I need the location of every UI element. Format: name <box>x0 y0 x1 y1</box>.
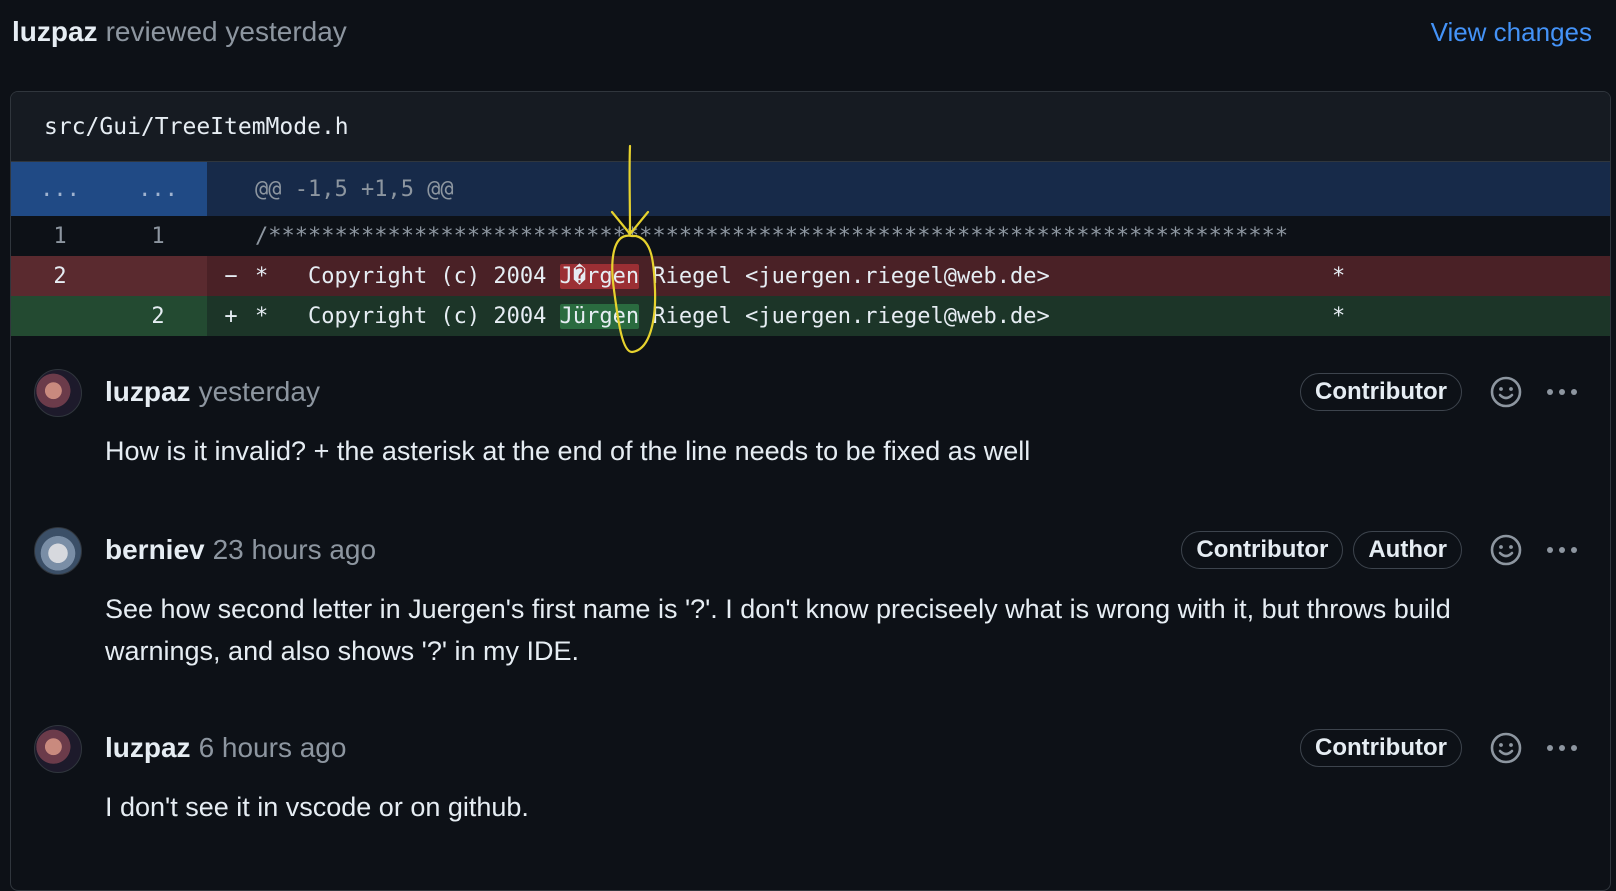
review-action: reviewed yesterday <box>105 16 347 47</box>
line-number-left[interactable] <box>11 296 109 336</box>
avatar[interactable] <box>34 725 82 773</box>
comment-author[interactable]: luzpaz <box>105 732 191 764</box>
author-badge: Author <box>1353 531 1462 569</box>
review-summary: luzpaz reviewed yesterday <box>12 16 347 48</box>
diff-table: ... ... @@ -1,5 +1,5 @@ 1 1 /***********… <box>11 162 1610 336</box>
contributor-badge: Contributor <box>1181 531 1344 569</box>
code-prefix: * Copyright (c) 2004 <box>255 303 560 329</box>
comment-author[interactable]: berniev <box>105 534 205 566</box>
smiley-icon[interactable] <box>1484 370 1528 414</box>
code-line: * Copyright (c) 2004 J�rgen Riegel <juer… <box>255 263 1050 289</box>
comment-timestamp[interactable]: 6 hours ago <box>199 732 347 764</box>
view-changes-link[interactable]: View changes <box>1431 17 1592 48</box>
line-number-left[interactable]: 2 <box>11 256 109 296</box>
comment-body: I don't see it in vscode or on github. <box>105 792 529 822</box>
line-number-right[interactable]: 1 <box>109 216 207 256</box>
hunk-header: @@ -1,5 +1,5 @@ <box>255 176 454 202</box>
smiley-icon[interactable] <box>1484 726 1528 770</box>
avatar[interactable] <box>34 369 82 417</box>
line-number-right[interactable] <box>109 256 207 296</box>
kebab-horizontal-icon[interactable] <box>1540 370 1584 414</box>
code-suffix: Riegel <juergen.riegel@web.de> <box>639 263 1050 289</box>
expand-right[interactable]: ... <box>109 162 207 216</box>
contributor-badge: Contributor <box>1300 729 1462 767</box>
kebab-horizontal-icon[interactable] <box>1540 528 1584 572</box>
changed-word: J�rgen <box>559 263 640 289</box>
comment-header: luzpaz 6 hours ago Contributor <box>105 728 1584 768</box>
code-tail: * <box>1332 263 1346 289</box>
code-line: * Copyright (c) 2004 Jürgen Riegel <juer… <box>255 303 1050 329</box>
code-line: /***************************************… <box>255 223 1289 249</box>
diff-row-added: 2 + * Copyright (c) 2004 Jürgen Riegel <… <box>11 296 1610 336</box>
kebab-horizontal-icon[interactable] <box>1540 726 1584 770</box>
deletion-sign: − <box>224 263 238 289</box>
smiley-icon[interactable] <box>1484 528 1528 572</box>
code-tail: * <box>1332 303 1346 329</box>
comment-author[interactable]: luzpaz <box>105 376 191 408</box>
reviewer-name[interactable]: luzpaz <box>12 16 98 47</box>
comment-header: luzpaz yesterday Contributor <box>105 372 1584 412</box>
addition-sign: + <box>224 303 238 329</box>
file-header: src/Gui/TreeItemMode.h <box>11 92 1610 162</box>
comment-body: See how second letter in Juergen's first… <box>105 594 1451 666</box>
code-prefix: * Copyright (c) 2004 <box>255 263 560 289</box>
diff-row-deleted: 2 − * Copyright (c) 2004 J�rgen Riegel <… <box>11 256 1610 296</box>
comment-timestamp[interactable]: 23 hours ago <box>213 534 376 566</box>
diff-row-context: 1 1 /***********************************… <box>11 216 1610 256</box>
comment-timestamp[interactable]: yesterday <box>199 376 320 408</box>
hunk-row: ... ... @@ -1,5 +1,5 @@ <box>11 162 1610 216</box>
code-suffix: Riegel <juergen.riegel@web.de> <box>639 303 1050 329</box>
expand-left[interactable]: ... <box>11 162 109 216</box>
comment-header: berniev 23 hours ago Contributor Author <box>105 530 1584 570</box>
line-number-right[interactable]: 2 <box>109 296 207 336</box>
contributor-badge: Contributor <box>1300 373 1462 411</box>
review-thread: src/Gui/TreeItemMode.h ... ... @@ -1,5 +… <box>10 91 1611 891</box>
changed-word: Jürgen <box>559 303 640 329</box>
line-number-left[interactable]: 1 <box>11 216 109 256</box>
avatar[interactable] <box>34 527 82 575</box>
comment-body: How is it invalid? + the asterisk at the… <box>105 436 1031 466</box>
review-header: luzpaz reviewed yesterday View changes <box>12 14 1592 50</box>
file-path[interactable]: src/Gui/TreeItemMode.h <box>44 114 349 140</box>
